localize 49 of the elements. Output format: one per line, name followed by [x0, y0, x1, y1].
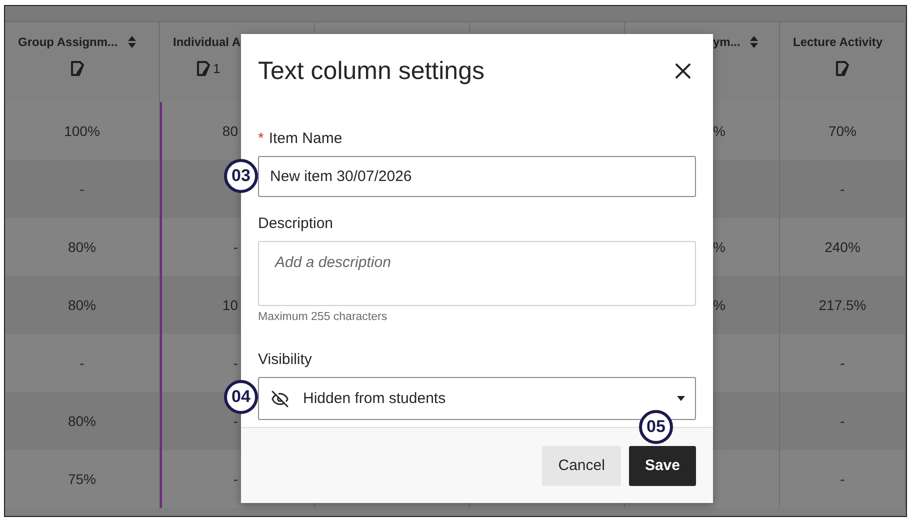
item-name-field[interactable]: New item 30/07/2026	[258, 156, 696, 197]
hint-text: Maximum 255 characters	[258, 311, 388, 323]
field-label: Description	[258, 215, 334, 232]
table-cell: 80%	[68, 297, 96, 313]
dialog-title: Text column settings	[258, 56, 484, 86]
field-label: Visibility	[258, 351, 312, 368]
table-cell: 10	[222, 297, 238, 313]
table-cell: 75%	[68, 471, 96, 487]
table-cell: %	[713, 239, 726, 255]
save-button[interactable]: Save	[628, 446, 696, 486]
note-icon	[197, 61, 210, 76]
table-cell: -	[233, 413, 238, 429]
table-cell: -	[840, 181, 845, 197]
table-cell: %	[713, 297, 726, 313]
column-header[interactable]: Lecture Activity	[793, 35, 883, 49]
table-cell: 80%	[68, 413, 96, 429]
step-marker: 04	[224, 380, 258, 414]
column-header[interactable]: ym...	[713, 35, 740, 49]
step-marker: 03	[224, 159, 258, 193]
cancel-button[interactable]: Cancel	[542, 446, 621, 486]
sort-icon[interactable]	[750, 36, 758, 48]
field-label: Item Name	[268, 130, 342, 147]
eye-slash-icon	[271, 390, 289, 408]
note-icon	[71, 61, 84, 76]
note-icon	[836, 61, 849, 76]
step-marker: 05	[638, 410, 673, 444]
table-cell: -	[840, 413, 845, 429]
table-cell: -	[233, 355, 238, 371]
required-mark: *	[258, 130, 264, 147]
table-cell: 80%	[68, 239, 96, 255]
table-cell: -	[840, 471, 845, 487]
count-label: 1	[213, 61, 220, 76]
table-cell: -	[840, 355, 845, 371]
table-cell: -	[80, 181, 84, 197]
table-cell: 217.5%	[818, 297, 866, 313]
table-cell: %	[713, 123, 726, 139]
table-cell: 240%	[824, 239, 860, 255]
visibility-select[interactable]: Hidden from students	[258, 377, 696, 420]
table-cell: 80	[222, 123, 238, 139]
sort-icon[interactable]	[128, 36, 136, 48]
description-field[interactable]: Add a description	[258, 241, 696, 306]
table-cell: -	[233, 471, 238, 487]
column-header[interactable]: Group Assignm...	[18, 35, 118, 49]
table-cell: 100%	[64, 123, 100, 139]
table-cell: 70%	[828, 123, 857, 139]
table-cell: -	[233, 239, 238, 255]
caret-icon	[677, 396, 685, 401]
column-header[interactable]: Individual A	[173, 35, 241, 49]
table-cell: -	[80, 355, 84, 371]
